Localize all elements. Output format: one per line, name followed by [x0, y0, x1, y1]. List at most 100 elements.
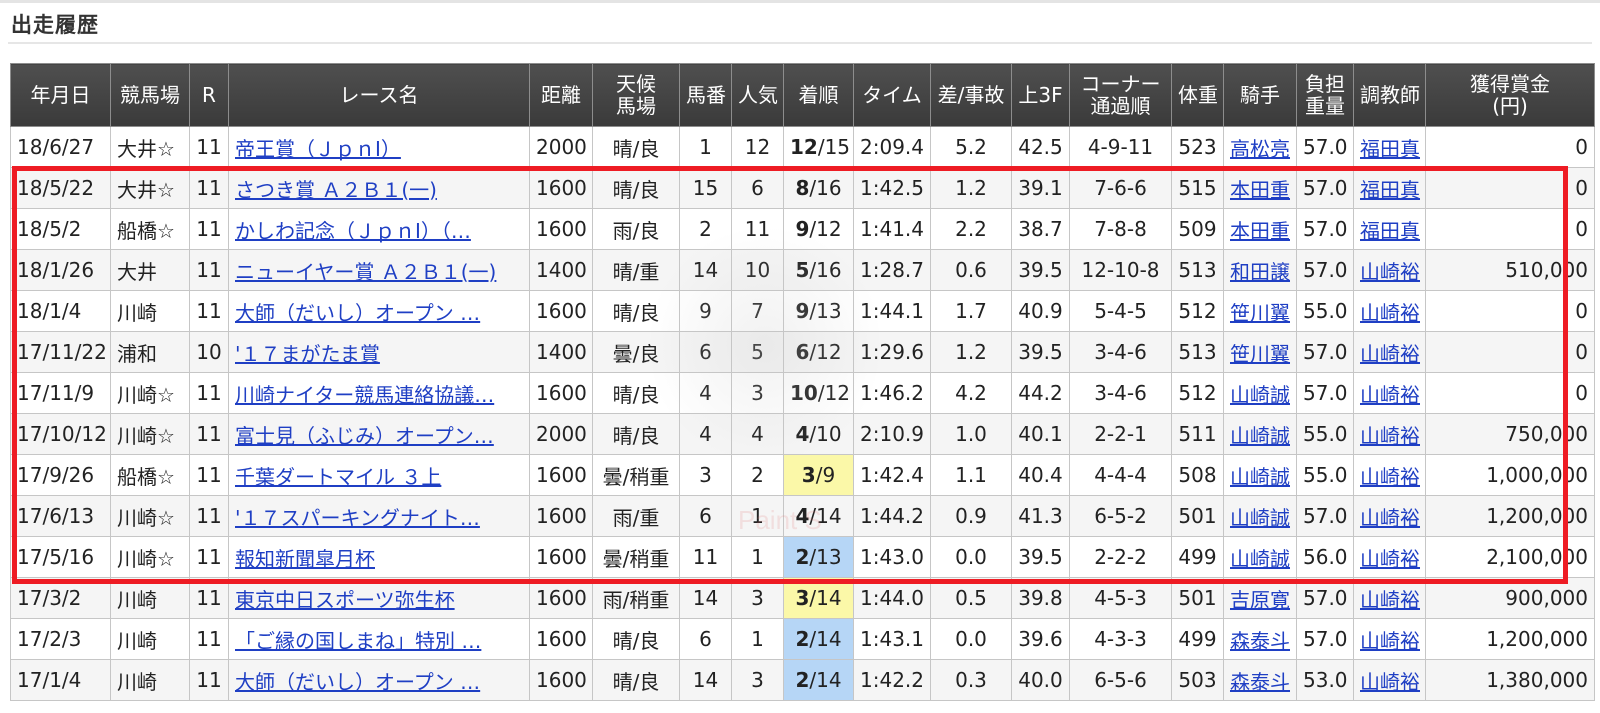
- race-name-link[interactable]: 大師（だいし）オープン …: [235, 670, 480, 694]
- trainer[interactable]: 山崎裕: [1353, 372, 1426, 414]
- race-name[interactable]: 千葉ダートマイル ３上: [228, 454, 530, 496]
- time-cell: 1:29.6: [853, 331, 931, 373]
- race-name-link[interactable]: 東京中日スポーツ弥生杯: [235, 588, 455, 612]
- trainer[interactable]: 山崎裕: [1353, 577, 1426, 619]
- trainer[interactable]: 山崎裕: [1353, 331, 1426, 373]
- trainer-link[interactable]: 山崎裕: [1360, 629, 1420, 653]
- trainer[interactable]: 福田真: [1353, 208, 1426, 250]
- table-row: 18/1/4 川崎 11 大師（だいし）オープン … 1600 晴/良 9 7 9/13 1:44…: [10, 290, 1595, 332]
- jockey-link[interactable]: 山崎誠: [1230, 424, 1290, 448]
- race-name[interactable]: 大師（だいし）オープン …: [228, 290, 530, 332]
- jockey[interactable]: 笹川翼: [1223, 331, 1297, 373]
- trainer-link[interactable]: 山崎裕: [1360, 260, 1420, 284]
- race-name[interactable]: 東京中日スポーツ弥生杯: [228, 577, 530, 619]
- finish-cell: 2/13: [783, 536, 854, 578]
- race-name[interactable]: '１７まがたま賞: [228, 331, 530, 373]
- jockey[interactable]: 本田重: [1223, 208, 1297, 250]
- trainer[interactable]: 山崎裕: [1353, 495, 1426, 537]
- jockey[interactable]: 高松亮: [1223, 126, 1297, 168]
- popularity-cell: 5: [731, 331, 784, 373]
- jockey[interactable]: 笹川翼: [1223, 290, 1297, 332]
- date-cell: 17/2/3: [10, 618, 111, 660]
- finish-position: 9: [795, 217, 810, 241]
- race-name-link[interactable]: 報知新聞皐月杯: [235, 547, 375, 571]
- trainer-link[interactable]: 福田真: [1360, 178, 1420, 202]
- jockey[interactable]: 和田譲: [1223, 249, 1297, 291]
- jockey-link[interactable]: 山崎誠: [1230, 383, 1290, 407]
- jockey-link[interactable]: 笹川翼: [1230, 301, 1290, 325]
- trainer-link[interactable]: 福田真: [1360, 137, 1420, 161]
- trainer[interactable]: 福田真: [1353, 126, 1426, 168]
- jockey[interactable]: 山崎誠: [1223, 454, 1297, 496]
- popularity-cell: 7: [731, 290, 784, 332]
- trainer-link[interactable]: 山崎裕: [1360, 424, 1420, 448]
- race-name-link[interactable]: 川崎ナイター競馬連絡協議…: [235, 383, 494, 407]
- trainer[interactable]: 福田真: [1353, 167, 1426, 209]
- race-name-link[interactable]: '１７まがたま賞: [235, 342, 380, 366]
- jockey-link[interactable]: 山崎誠: [1230, 547, 1290, 571]
- margin-cell: 5.2: [930, 126, 1012, 168]
- last-3f-cell: 39.5: [1011, 331, 1070, 373]
- trainer-link[interactable]: 山崎裕: [1360, 465, 1420, 489]
- trainer[interactable]: 山崎裕: [1353, 618, 1426, 660]
- jockey[interactable]: 吉原寛: [1223, 577, 1297, 619]
- corner-order-cell: 4-5-3: [1069, 577, 1172, 619]
- race-name-link[interactable]: '１７スパーキングナイト…: [235, 506, 480, 530]
- race-name[interactable]: 「ご縁の国しまね」特別 …: [228, 618, 530, 660]
- trainer-link[interactable]: 山崎裕: [1360, 301, 1420, 325]
- jockey-link[interactable]: 本田重: [1230, 219, 1290, 243]
- trainer-link[interactable]: 山崎裕: [1360, 383, 1420, 407]
- weather-track-cell: 晴/良: [592, 618, 680, 660]
- jockey-link[interactable]: 森泰斗: [1230, 670, 1290, 694]
- jockey[interactable]: 山崎誠: [1223, 495, 1297, 537]
- jockey[interactable]: 山崎誠: [1223, 536, 1297, 578]
- race-name-link[interactable]: ニューイヤー賞 Ａ２Ｂ１(一): [235, 260, 496, 284]
- trainer[interactable]: 山崎裕: [1353, 454, 1426, 496]
- jockey[interactable]: 森泰斗: [1223, 659, 1297, 701]
- race-name[interactable]: 帝王賞（ＪｐｎI）: [228, 126, 530, 168]
- trainer-link[interactable]: 山崎裕: [1360, 547, 1420, 571]
- trainer[interactable]: 山崎裕: [1353, 249, 1426, 291]
- trainer-link[interactable]: 山崎裕: [1360, 670, 1420, 694]
- jockey-link[interactable]: 山崎誠: [1230, 465, 1290, 489]
- race-name[interactable]: 大師（だいし）オープン …: [228, 659, 530, 701]
- jockey-link[interactable]: 高松亮: [1230, 137, 1290, 161]
- race-name-link[interactable]: かしわ記念（ＪｐｎI）（…: [235, 219, 471, 243]
- jockey[interactable]: 本田重: [1223, 167, 1297, 209]
- race-history-table: 年月日 競馬場 R レース名 距離 天候 馬場 馬番 人気 着順 タイム 差/事故 上3F コーナー 通過順…: [10, 63, 1595, 701]
- jockey[interactable]: 山崎誠: [1223, 413, 1297, 455]
- race-name-link[interactable]: さつき賞 Ａ２Ｂ１(一): [235, 178, 437, 202]
- race-name-link[interactable]: 大師（だいし）オープン …: [235, 301, 480, 325]
- race-name[interactable]: 富士見（ふじみ）オープン…: [228, 413, 530, 455]
- race-name[interactable]: さつき賞 Ａ２Ｂ１(一): [228, 167, 530, 209]
- race-name[interactable]: '１７スパーキングナイト…: [228, 495, 530, 537]
- column-header-popularity: 人気: [731, 63, 784, 127]
- prize-cell: 2,100,000: [1425, 536, 1595, 578]
- trainer-link[interactable]: 福田真: [1360, 219, 1420, 243]
- trainer[interactable]: 山崎裕: [1353, 659, 1426, 701]
- race-name[interactable]: ニューイヤー賞 Ａ２Ｂ１(一): [228, 249, 530, 291]
- trainer[interactable]: 山崎裕: [1353, 536, 1426, 578]
- race-name[interactable]: 川崎ナイター競馬連絡協議…: [228, 372, 530, 414]
- margin-cell: 1.2: [930, 331, 1012, 373]
- race-name[interactable]: かしわ記念（ＪｐｎI）（…: [228, 208, 530, 250]
- jockey-link[interactable]: 和田譲: [1230, 260, 1290, 284]
- jockey-link[interactable]: 森泰斗: [1230, 629, 1290, 653]
- race-name-link[interactable]: 富士見（ふじみ）オープン…: [235, 424, 494, 448]
- jockey[interactable]: 山崎誠: [1223, 372, 1297, 414]
- jockey-link[interactable]: 山崎誠: [1230, 506, 1290, 530]
- trainer-link[interactable]: 山崎裕: [1360, 342, 1420, 366]
- race-name-link[interactable]: 帝王賞（ＪｐｎI）: [235, 137, 401, 161]
- race-name-link[interactable]: 千葉ダートマイル ３上: [235, 465, 441, 489]
- jockey-link[interactable]: 笹川翼: [1230, 342, 1290, 366]
- trainer[interactable]: 山崎裕: [1353, 413, 1426, 455]
- race-name-link[interactable]: 「ご縁の国しまね」特別 …: [235, 629, 481, 653]
- jockey-link[interactable]: 本田重: [1230, 178, 1290, 202]
- popularity-cell: 1: [731, 618, 784, 660]
- race-name[interactable]: 報知新聞皐月杯: [228, 536, 530, 578]
- trainer[interactable]: 山崎裕: [1353, 290, 1426, 332]
- trainer-link[interactable]: 山崎裕: [1360, 588, 1420, 612]
- jockey-link[interactable]: 吉原寛: [1230, 588, 1290, 612]
- trainer-link[interactable]: 山崎裕: [1360, 506, 1420, 530]
- jockey[interactable]: 森泰斗: [1223, 618, 1297, 660]
